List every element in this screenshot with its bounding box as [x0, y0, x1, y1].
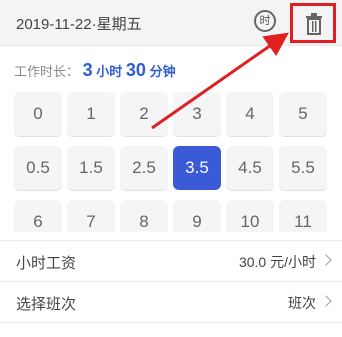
work-duration: 工作时长： 3 小时 30 分钟 [14, 60, 176, 81]
work-hours-unit: 小时 [96, 64, 123, 79]
hourly-wage-value: 30.0 元/小时 [238, 254, 316, 270]
keypad-key[interactable]: 9 [173, 200, 221, 232]
trash-icon[interactable] [306, 13, 322, 35]
hourly-wage-row[interactable]: 小时工资 30.0 元/小时 [0, 240, 342, 280]
work-minutes-unit: 分钟 [149, 64, 176, 79]
keypad-key[interactable]: 0.5 [14, 146, 62, 190]
shift-value: 班次 [288, 295, 316, 311]
chevron-right-icon [320, 295, 332, 307]
keypad-key-selected[interactable]: 3.5 [173, 146, 221, 190]
keypad-key[interactable]: 10 [226, 200, 274, 232]
keypad-key[interactable]: 11 [279, 200, 327, 232]
work-duration-label: 工作时长： [14, 64, 80, 79]
shift-row[interactable]: 选择班次 班次 [0, 281, 342, 321]
hour-icon[interactable]: 时 [252, 10, 278, 32]
keypad-key[interactable]: 1.5 [67, 146, 115, 190]
keypad-key[interactable]: 6 [14, 200, 62, 232]
work-hours: 3 [82, 60, 93, 80]
date-label: 2019-11-22·星期五 [16, 16, 142, 33]
header-bar: 2019-11-22·星期五 时 [0, 0, 342, 46]
keypad-key[interactable]: 2 [120, 92, 168, 136]
keypad-key[interactable]: 8 [120, 200, 168, 232]
keypad-key[interactable]: 5 [279, 92, 327, 136]
keypad-key[interactable]: 1 [67, 92, 115, 136]
keypad-key[interactable]: 2.5 [120, 146, 168, 190]
hourly-wage-label: 小时工资 [16, 255, 77, 272]
chevron-right-icon [320, 254, 332, 266]
highlight-box [290, 3, 336, 43]
next-row-divider [0, 322, 342, 337]
keypad-key[interactable]: 5.5 [279, 146, 327, 190]
hours-keypad: 0 1 2 3 4 5 0.5 1.5 2.5 3.5 4.5 5.5 6 7 … [14, 92, 330, 232]
keypad-key[interactable]: 4.5 [226, 146, 274, 190]
keypad-key[interactable]: 4 [226, 92, 274, 136]
work-minutes: 30 [125, 60, 146, 80]
keypad-key[interactable]: 0 [14, 92, 62, 136]
keypad-key[interactable]: 7 [67, 200, 115, 232]
shift-label: 选择班次 [16, 296, 77, 313]
keypad-key[interactable]: 3 [173, 92, 221, 136]
